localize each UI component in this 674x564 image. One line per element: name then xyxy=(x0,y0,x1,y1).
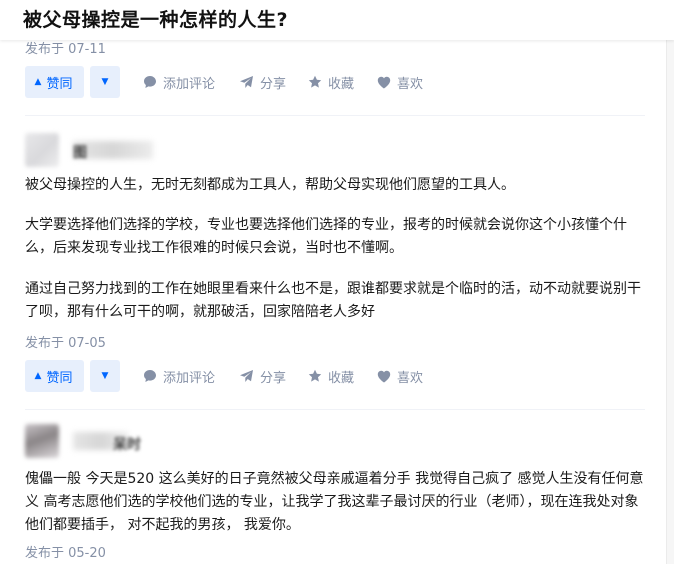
question-title[interactable]: 被父母操控是一种怎样的人生? xyxy=(23,5,288,32)
answer-paragraph: 通过自己努力找到的工作在她眼里看来什么也不是，跟谁都要求就是个临时的活，动不动就… xyxy=(25,281,641,320)
answer-actions: ▲ 赞同 ▼ 添加评论 分享 收藏 喜欢 xyxy=(25,360,455,392)
like-button[interactable]: 喜欢 xyxy=(377,360,423,392)
comment-button[interactable]: 添加评论 xyxy=(143,360,215,392)
answer-date: 发布于 07-05 xyxy=(25,336,106,351)
star-icon xyxy=(308,75,322,88)
heart-icon xyxy=(377,76,391,88)
triangle-up-icon: ▲ xyxy=(34,371,42,381)
author-info[interactable]: 呆时 xyxy=(25,424,225,458)
comment-icon xyxy=(144,76,156,88)
answer-paragraph: 傀儡一般 今天是520 这么美好的日子竟然被父母亲戚逼着分手 我觉得自己疯了 感… xyxy=(25,471,644,533)
vote-down-button[interactable]: ▼ xyxy=(90,66,120,98)
collect-button[interactable]: 收藏 xyxy=(308,360,354,392)
comment-label: 添加评论 xyxy=(163,370,216,386)
vote-up-label: 赞同 xyxy=(46,76,73,92)
heart-icon xyxy=(377,370,391,382)
avatar[interactable] xyxy=(25,133,59,167)
avatar[interactable] xyxy=(25,424,59,458)
share-button[interactable]: 分享 xyxy=(239,360,286,392)
comment-icon xyxy=(144,370,156,382)
answer-list: 发布于 07-11 ▲ 赞同 ▼ 添加评论 分享 收藏 喜欢 图 被父母操控的人… xyxy=(0,0,667,564)
like-label: 喜欢 xyxy=(397,76,424,92)
collect-label: 收藏 xyxy=(328,370,355,386)
comment-label: 添加评论 xyxy=(163,76,216,92)
answer-date: 发布于 07-11 xyxy=(25,42,106,57)
share-icon xyxy=(240,76,253,88)
vote-up-button[interactable]: ▲ 赞同 xyxy=(25,66,84,98)
answer-divider xyxy=(25,115,645,116)
author-name[interactable]: 图 xyxy=(73,142,87,162)
like-button[interactable]: 喜欢 xyxy=(377,66,423,98)
share-button[interactable]: 分享 xyxy=(239,66,286,98)
triangle-down-icon: ▼ xyxy=(101,371,109,381)
answer-actions: ▲ 赞同 ▼ 添加评论 分享 收藏 喜欢 xyxy=(25,66,455,98)
answer-paragraph: 被父母操控的人生，无时无刻都成为工具人，帮助父母实现他们愿望的工具人。 xyxy=(25,177,515,193)
share-icon xyxy=(240,370,253,382)
comment-button[interactable]: 添加评论 xyxy=(143,66,215,98)
triangle-down-icon: ▼ xyxy=(101,77,109,87)
star-icon xyxy=(308,369,322,382)
author-info[interactable]: 图 xyxy=(25,133,225,167)
vote-down-button[interactable]: ▼ xyxy=(90,360,120,392)
question-header: 被父母操控是一种怎样的人生? xyxy=(0,0,674,40)
collect-button[interactable]: 收藏 xyxy=(308,66,354,98)
share-label: 分享 xyxy=(260,370,287,386)
answer-paragraph: 大学要选择他们选择的学校，专业也要选择他们选择的专业，报考的时候就会说你这个小孩… xyxy=(25,217,627,256)
like-label: 喜欢 xyxy=(397,370,424,386)
triangle-up-icon: ▲ xyxy=(34,77,42,87)
answer-date: 发布于 05-20 xyxy=(25,546,106,561)
vote-up-label: 赞同 xyxy=(46,370,73,386)
author-name[interactable]: 呆时 xyxy=(113,434,141,454)
collect-label: 收藏 xyxy=(328,76,355,92)
share-label: 分享 xyxy=(260,76,287,92)
answer-divider xyxy=(25,409,645,410)
vote-up-button[interactable]: ▲ 赞同 xyxy=(25,360,84,392)
